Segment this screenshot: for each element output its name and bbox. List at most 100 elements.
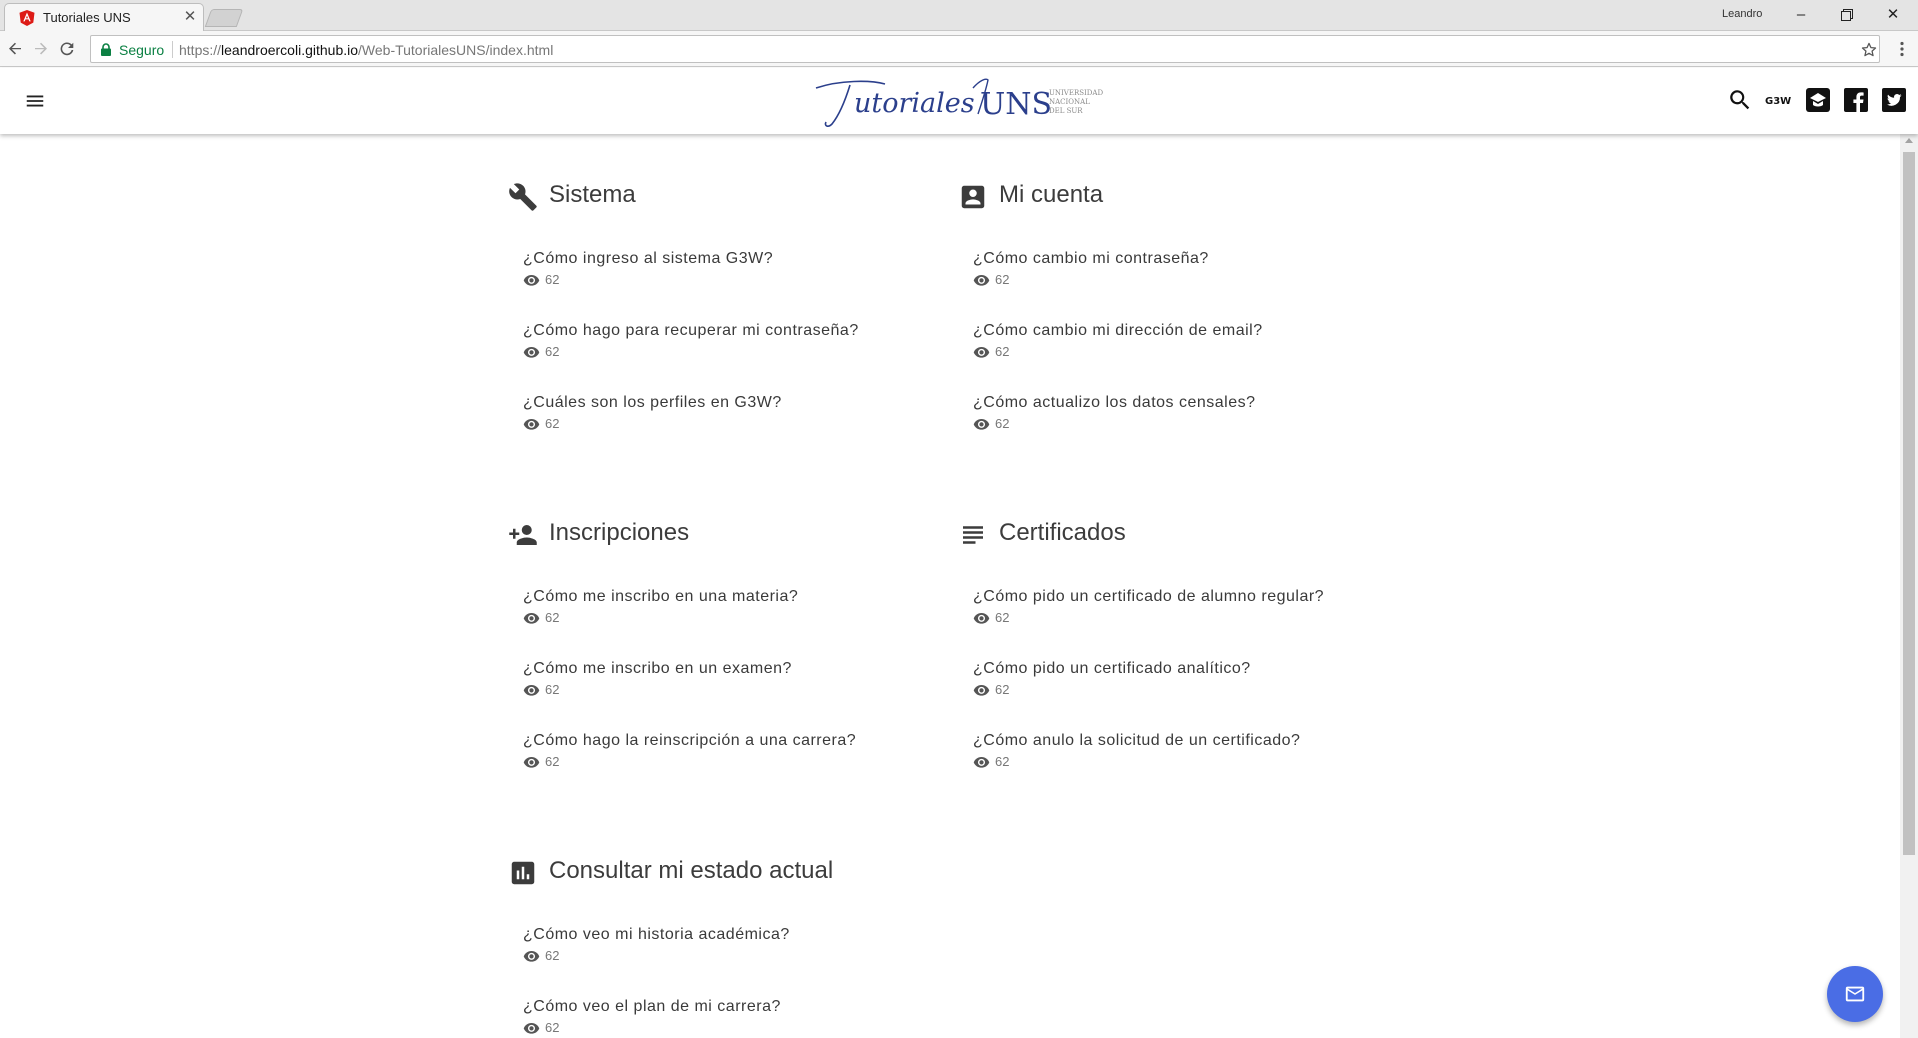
twitter-icon[interactable] (1881, 87, 1907, 113)
tutorial-item[interactable]: ¿Cómo pido un certificado de alumno regu… (973, 588, 1324, 627)
tutorial-question[interactable]: ¿Cómo ingreso al sistema G3W? (523, 250, 773, 268)
page-scrollbar[interactable] (1900, 134, 1918, 1038)
restore-icon[interactable] (1824, 2, 1870, 28)
views-indicator: 62 (973, 609, 1324, 627)
eye-icon (523, 951, 540, 962)
scrollbar-thumb[interactable] (1903, 152, 1915, 855)
tutorial-item[interactable]: ¿Cómo hago para recuperar mi contraseña?… (523, 322, 859, 361)
close-window-icon[interactable]: ✕ (1870, 2, 1916, 28)
views-indicator: 62 (973, 753, 1300, 771)
views-indicator: 62 (973, 343, 1263, 361)
tutorial-question[interactable]: ¿Cuáles son los perfiles en G3W? (523, 394, 782, 412)
profile-name[interactable]: Leandro (1722, 8, 1762, 20)
url-host: leandroercoli.github.io (221, 42, 359, 58)
svg-text:UNIVERSIDAD: UNIVERSIDAD (1049, 89, 1103, 97)
wrench-icon (509, 183, 537, 211)
tutorial-question[interactable]: ¿Cómo me inscribo en una materia? (523, 588, 798, 606)
scroll-up-icon[interactable] (1905, 138, 1913, 143)
tutoriales-uns-logo[interactable]: utoriales UNS UNIVERSIDAD NACIONAL DEL S… (810, 74, 1110, 130)
contact-fab-button[interactable] (1827, 966, 1883, 1022)
forward-icon[interactable] (32, 40, 50, 58)
tutorial-question[interactable]: ¿Cómo pido un certificado analítico? (973, 660, 1251, 678)
views-count: 62 (995, 682, 1010, 697)
tutorial-question[interactable]: ¿Cómo hago para recuperar mi contraseña? (523, 322, 859, 340)
eye-icon (523, 275, 540, 286)
bookmark-star-icon[interactable] (1860, 41, 1878, 59)
tutorial-question[interactable]: ¿Cómo me inscribo en un examen? (523, 660, 792, 678)
section-title: Mi cuenta (999, 181, 1104, 208)
tutorial-item[interactable]: ¿Cómo hago la reinscripción a una carrer… (523, 732, 856, 771)
section-certificados: Certificados ¿Cómo pido un certificado d… (958, 516, 1408, 769)
views-indicator: 62 (523, 343, 859, 361)
tutorial-question[interactable]: ¿Cómo veo el plan de mi carrera? (523, 998, 781, 1016)
tutorial-item[interactable]: ¿Cómo actualizo los datos censales? 62 (973, 394, 1256, 433)
views-count: 62 (545, 1020, 560, 1035)
views-count: 62 (545, 682, 560, 697)
views-indicator: 62 (523, 681, 792, 699)
address-bar[interactable]: Seguro https://leandroercoli.github.io/W… (90, 35, 1880, 63)
svg-text:DEL SUR: DEL SUR (1049, 107, 1083, 115)
views-count: 62 (995, 344, 1010, 359)
tutorial-item[interactable]: ¿Cómo me inscribo en un examen? 62 (523, 660, 792, 699)
minimize-icon[interactable]: – (1778, 2, 1824, 28)
tutorial-item[interactable]: ¿Cómo pido un certificado analítico? 62 (973, 660, 1251, 699)
moodle-icon[interactable] (1805, 87, 1831, 113)
tutorial-item[interactable]: ¿Cómo cambio mi contraseña? 62 (973, 250, 1209, 289)
tutorial-item[interactable]: ¿Cómo ingreso al sistema G3W? 62 (523, 250, 773, 289)
assessment-icon (511, 861, 535, 885)
back-icon[interactable] (6, 40, 24, 58)
tutorial-question[interactable]: ¿Cómo hago la reinscripción a una carrer… (523, 732, 856, 750)
tutorial-item[interactable]: ¿Cómo veo el plan de mi carrera? 62 (523, 998, 781, 1037)
svg-text:NACIONAL: NACIONAL (1049, 98, 1090, 106)
eye-icon (973, 275, 990, 286)
browser-tab-bar: Tutoriales UNS ✕ Leandro – ✕ (0, 0, 1918, 32)
url-path: /Web-TutorialesUNS/index.html (358, 42, 554, 58)
section-title: Certificados (999, 519, 1126, 546)
subject-icon (963, 526, 983, 544)
views-count: 62 (995, 754, 1010, 769)
browser-tab[interactable]: Tutoriales UNS ✕ (4, 3, 204, 32)
eye-icon (973, 685, 990, 696)
views-count: 62 (995, 416, 1010, 431)
lock-icon (101, 43, 111, 56)
search-icon[interactable] (1727, 87, 1753, 113)
tutorial-question[interactable]: ¿Cómo veo mi historia académica? (523, 926, 790, 944)
tutorial-item[interactable]: ¿Cómo me inscribo en una materia? 62 (523, 588, 798, 627)
eye-icon (973, 347, 990, 358)
menu-icon[interactable] (24, 90, 46, 112)
account-box-icon (961, 185, 985, 209)
browser-menu-icon[interactable] (1893, 40, 1911, 58)
eye-icon (523, 1023, 540, 1034)
g3w-icon[interactable]: G3W (1764, 87, 1794, 113)
views-count: 62 (545, 754, 560, 769)
url-separator (172, 41, 173, 58)
tutorial-item[interactable]: ¿Cuáles son los perfiles en G3W? 62 (523, 394, 782, 433)
tab-title: Tutoriales UNS (43, 10, 131, 25)
new-tab-button[interactable] (204, 9, 244, 27)
eye-icon (973, 419, 990, 430)
tab-close-icon[interactable]: ✕ (181, 8, 199, 26)
tutorial-question[interactable]: ¿Cómo cambio mi dirección de email? (973, 322, 1263, 340)
views-count: 62 (995, 272, 1010, 287)
eye-icon (523, 347, 540, 358)
svg-text:utoriales: utoriales (854, 88, 975, 119)
reload-icon[interactable] (58, 40, 76, 58)
svg-text:UNS: UNS (980, 87, 1052, 122)
section-title: Sistema (549, 181, 636, 208)
person-add-icon (509, 525, 537, 545)
tutorial-question[interactable]: ¿Cómo anulo la solicitud de un certifica… (973, 732, 1300, 750)
browser-toolbar: Seguro https://leandroercoli.github.io/W… (0, 31, 1918, 67)
eye-icon (973, 613, 990, 624)
secure-label: Seguro (119, 42, 165, 58)
facebook-icon[interactable] (1843, 87, 1869, 113)
url-text[interactable]: https://leandroercoli.github.io/Web-Tuto… (179, 42, 553, 58)
tutorial-item[interactable]: ¿Cómo cambio mi dirección de email? 62 (973, 322, 1263, 361)
tutorial-question[interactable]: ¿Cómo actualizo los datos censales? (973, 394, 1256, 412)
tutorial-item[interactable]: ¿Cómo anulo la solicitud de un certifica… (973, 732, 1300, 771)
views-indicator: 62 (973, 681, 1251, 699)
tutorial-item[interactable]: ¿Cómo veo mi historia académica? 62 (523, 926, 790, 965)
views-count: 62 (995, 610, 1010, 625)
tutorial-question[interactable]: ¿Cómo pido un certificado de alumno regu… (973, 588, 1324, 606)
tutorial-question[interactable]: ¿Cómo cambio mi contraseña? (973, 250, 1209, 268)
views-indicator: 62 (973, 271, 1209, 289)
